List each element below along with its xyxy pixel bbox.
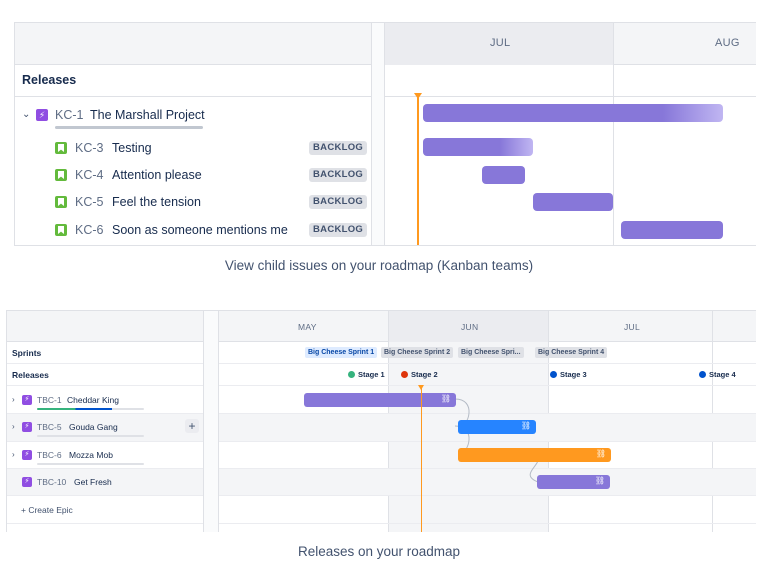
month-label-aug: AUG bbox=[715, 37, 740, 49]
epic-bar[interactable]: ⛓ bbox=[458, 448, 611, 462]
month-gridline bbox=[613, 23, 614, 245]
issue-key: KC-3 bbox=[75, 141, 104, 155]
epic-bar[interactable]: ⛓ bbox=[458, 420, 536, 434]
month-label-jul: JUL bbox=[490, 37, 511, 49]
child-issue-row[interactable]: KC-6 Soon as someone mentions me BACKLOG bbox=[15, 216, 371, 243]
today-marker-cap bbox=[414, 93, 422, 99]
story-icon bbox=[55, 224, 67, 236]
child-issue-row[interactable]: KC-4 Attention please BACKLOG bbox=[15, 161, 371, 188]
caption: View child issues on your roadmap (Kanba… bbox=[224, 258, 534, 273]
status-badge[interactable]: BACKLOG bbox=[309, 141, 368, 155]
caption: Releases on your roadmap bbox=[297, 544, 461, 559]
issue-list: ⌄ ⚡ KC-1 The Marshall Project KC-3 Testi… bbox=[15, 23, 371, 245]
link-icon[interactable]: ⛓ bbox=[441, 394, 451, 403]
link-icon[interactable]: ⛓ bbox=[596, 449, 606, 458]
status-badge[interactable]: BACKLOG bbox=[309, 168, 368, 182]
status-badge[interactable]: BACKLOG bbox=[309, 223, 368, 237]
epic-bar[interactable]: ⛓ bbox=[304, 393, 456, 407]
issue-title[interactable]: Attention please bbox=[112, 168, 202, 182]
dependency-lines bbox=[454, 398, 539, 483]
story-icon bbox=[55, 169, 67, 181]
timeline-bar-epic[interactable] bbox=[423, 104, 723, 122]
issue-key: KC-1 bbox=[55, 108, 84, 122]
epic-progress-bar bbox=[55, 126, 203, 129]
issue-title[interactable]: Testing bbox=[112, 141, 152, 155]
timeline-bar[interactable] bbox=[423, 138, 533, 156]
today-marker bbox=[421, 387, 422, 532]
roadmap-panel-kanban: JUL AUG Releases ⌄ ⚡ KC-1 The Marshall P… bbox=[14, 22, 756, 246]
today-marker bbox=[417, 95, 419, 245]
issue-key: KC-4 bbox=[75, 168, 104, 182]
chevron-down-icon[interactable]: ⌄ bbox=[22, 109, 30, 120]
timeline-bar[interactable] bbox=[482, 166, 525, 184]
issue-title[interactable]: Soon as someone mentions me bbox=[112, 223, 288, 237]
issue-key: KC-6 bbox=[75, 223, 104, 237]
epic-bar[interactable]: ⛓ bbox=[537, 475, 610, 489]
status-badge[interactable]: BACKLOG bbox=[309, 195, 368, 209]
child-issue-row[interactable]: KC-3 Testing BACKLOG bbox=[15, 134, 371, 161]
story-icon bbox=[55, 142, 67, 154]
issue-title[interactable]: The Marshall Project bbox=[90, 108, 205, 122]
link-icon[interactable]: ⛓ bbox=[521, 421, 531, 430]
epic-row[interactable]: ⌄ ⚡ KC-1 The Marshall Project bbox=[15, 101, 371, 128]
resize-handle[interactable] bbox=[371, 23, 385, 245]
roadmap-panel-releases: MAY JUN JUL Sprints Releases Big Cheese … bbox=[6, 310, 756, 532]
child-issue-row[interactable]: KC-5 Feel the tension BACKLOG bbox=[15, 188, 371, 215]
epic-icon: ⚡ bbox=[36, 109, 48, 121]
timeline-bar[interactable] bbox=[621, 221, 723, 239]
issue-title[interactable]: Feel the tension bbox=[112, 195, 201, 209]
link-icon[interactable]: ⛓ bbox=[595, 476, 605, 485]
today-marker-cap bbox=[418, 385, 424, 390]
story-icon bbox=[55, 196, 67, 208]
timeline-bar[interactable] bbox=[533, 193, 613, 211]
issue-key: KC-5 bbox=[75, 195, 104, 209]
